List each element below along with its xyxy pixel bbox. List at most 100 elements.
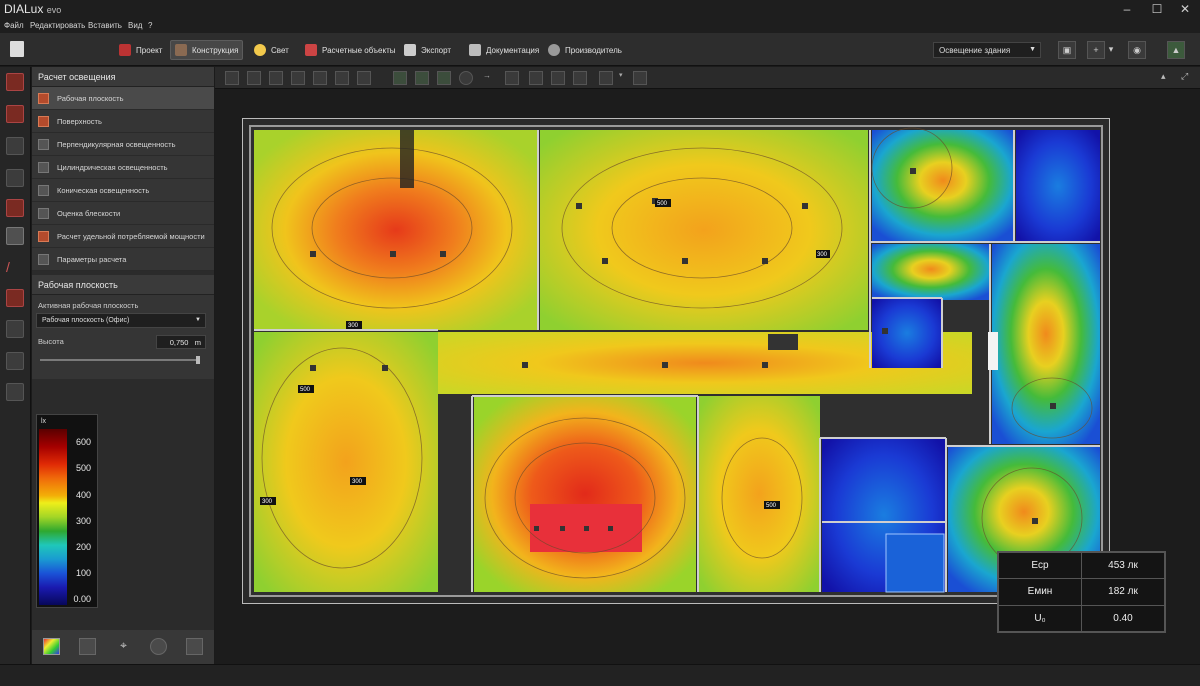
tab-project[interactable]: Проект <box>115 40 166 60</box>
calc-objects-icon <box>305 44 317 56</box>
menu-view[interactable]: Вид <box>128 21 142 30</box>
item-calc-params[interactable]: Параметры расчета <box>32 248 214 271</box>
arrow-icon[interactable]: → <box>483 71 497 85</box>
light-scene-select[interactable]: Освещение здания ▼ <box>933 42 1041 58</box>
add-object-icon[interactable] <box>6 320 24 338</box>
project-tool-icon[interactable] <box>6 73 24 91</box>
tab-export[interactable]: Экспорт <box>400 40 455 60</box>
snap-icon[interactable] <box>505 71 519 85</box>
screenshot-icon[interactable]: ▲ <box>1167 41 1185 59</box>
tab-light-label: Свет <box>271 45 289 55</box>
display-mode-toolbar: ⌖ <box>32 630 214 664</box>
view-top-icon[interactable] <box>335 71 349 85</box>
view-3d-icon[interactable] <box>357 71 371 85</box>
insert-tool-icon[interactable] <box>6 383 24 401</box>
refresh-icon[interactable] <box>459 71 473 85</box>
layer-icon[interactable] <box>529 71 543 85</box>
tab-calc-objects[interactable]: Расчетные объекты <box>301 40 400 60</box>
height-slider-handle[interactable] <box>196 356 200 364</box>
minimize-button[interactable]: – <box>1112 0 1142 18</box>
close-button[interactable]: ✕ <box>1170 0 1200 18</box>
table-view-icon[interactable] <box>186 638 203 655</box>
add-view-icon[interactable]: + <box>1087 41 1105 59</box>
active-plane-label: Активная рабочая плоскость <box>38 301 139 310</box>
light-bulb-icon <box>254 44 266 56</box>
height-slider[interactable] <box>40 359 200 361</box>
maximize-button[interactable]: ☐ <box>1142 0 1172 18</box>
item-perpendicular[interactable]: Перпендикулярная освещенность <box>32 133 214 156</box>
tab-construction[interactable]: Конструкция <box>170 40 244 60</box>
item-work-plane[interactable]: Рабочая плоскость <box>32 87 214 110</box>
import-tool-icon[interactable] <box>6 199 24 217</box>
isolines-icon[interactable] <box>79 638 96 655</box>
zoom-extent-icon[interactable] <box>393 71 407 85</box>
tab-documentation[interactable]: Документация <box>465 40 543 60</box>
app-title: DIALux evo <box>4 2 61 16</box>
rotate-tool-icon[interactable] <box>247 71 261 85</box>
dimension-icon[interactable] <box>633 71 647 85</box>
menu-file[interactable]: Файл <box>4 21 24 30</box>
legend-color-bar <box>39 429 67 605</box>
height-input[interactable]: 0,750 m <box>156 335 206 349</box>
item-power-density[interactable]: Расчет удельной потребляемой мощности <box>32 225 214 248</box>
calculation-tool-icon[interactable] <box>6 227 24 245</box>
collapse-icon[interactable]: ▴ <box>1161 71 1175 85</box>
tab-light[interactable]: Свет <box>250 40 293 60</box>
stats-label: U₀ <box>998 604 1082 633</box>
view-front-icon[interactable] <box>269 71 283 85</box>
selected-work-plane[interactable] <box>885 533 945 593</box>
view-side-icon[interactable] <box>291 71 305 85</box>
legend-value: 0.00 <box>73 594 91 604</box>
plan-label: 500 <box>300 387 311 393</box>
tab-manufacturer[interactable]: Производитель <box>544 40 626 60</box>
select-tool-icon[interactable] <box>225 71 239 85</box>
floor-tool-icon[interactable] <box>6 169 24 187</box>
item-label: Коническая освещенность <box>57 185 150 195</box>
room-tool-icon[interactable] <box>6 105 24 123</box>
add-view-dropdown-icon[interactable]: ▾ <box>1106 41 1116 59</box>
new-file-icon[interactable] <box>10 41 24 57</box>
tab-calc-objects-label: Расчетные объекты <box>322 45 396 55</box>
k-tool-icon[interactable] <box>6 352 24 370</box>
stats-row-min: Eмин 182 лк <box>998 578 1165 606</box>
camera-icon[interactable]: ◉ <box>1128 41 1146 59</box>
menu-insert[interactable]: Вставить <box>88 21 122 30</box>
item-glare[interactable]: Оценка блескости <box>32 202 214 225</box>
grid-points-icon[interactable] <box>150 638 167 655</box>
stats-label: Eср <box>998 551 1082 580</box>
building-tool-icon[interactable] <box>6 137 24 155</box>
zoom-in-icon[interactable] <box>415 71 429 85</box>
active-plane-select[interactable]: Рабочая плоскость (Офис) ▼ <box>36 313 206 328</box>
view-mode-icon[interactable]: ▣ <box>1058 41 1076 59</box>
menu-edit[interactable]: Редактировать <box>30 21 85 30</box>
menu-help[interactable]: ? <box>148 21 152 30</box>
work-plane-settings: Активная рабочая плоскость Рабочая плоск… <box>32 295 214 379</box>
tab-manufacturer-label: Производитель <box>565 45 622 55</box>
chevron-down-icon: ▼ <box>1029 46 1036 53</box>
item-cylindrical[interactable]: Цилиндрическая освещенность <box>32 156 214 179</box>
item-label: Оценка блескости <box>57 208 121 218</box>
stair-core <box>400 130 414 188</box>
legend-value: 300 <box>75 516 91 526</box>
brush-icon[interactable]: / <box>6 259 24 277</box>
item-label: Расчет удельной потребляемой мощности <box>57 231 205 241</box>
manufacturer-icon <box>548 44 560 56</box>
measure-icon[interactable] <box>599 71 613 85</box>
office-room-1 <box>254 130 538 330</box>
zoom-out-icon[interactable] <box>437 71 451 85</box>
item-label: Параметры расчета <box>57 254 127 264</box>
item-surface[interactable]: Поверхность <box>32 110 214 133</box>
section-icon[interactable] <box>573 71 587 85</box>
active-plane-value: Рабочая плоскость (Офис) <box>42 317 130 324</box>
perpendicular-icon <box>38 138 49 150</box>
item-label: Цилиндрическая освещенность <box>57 162 168 172</box>
view-back-icon[interactable] <box>313 71 327 85</box>
office-room-3 <box>254 332 438 592</box>
item-conical[interactable]: Коническая освещенность <box>32 179 214 202</box>
measure-dropdown-icon[interactable]: ▾ <box>619 71 633 85</box>
false-color-icon[interactable] <box>43 638 60 655</box>
maximize-view-icon[interactable]: ⤢ <box>1181 71 1195 85</box>
paint-bucket-icon[interactable] <box>6 289 24 307</box>
hide-icon[interactable] <box>551 71 565 85</box>
values-icon[interactable]: ⌖ <box>115 638 132 655</box>
